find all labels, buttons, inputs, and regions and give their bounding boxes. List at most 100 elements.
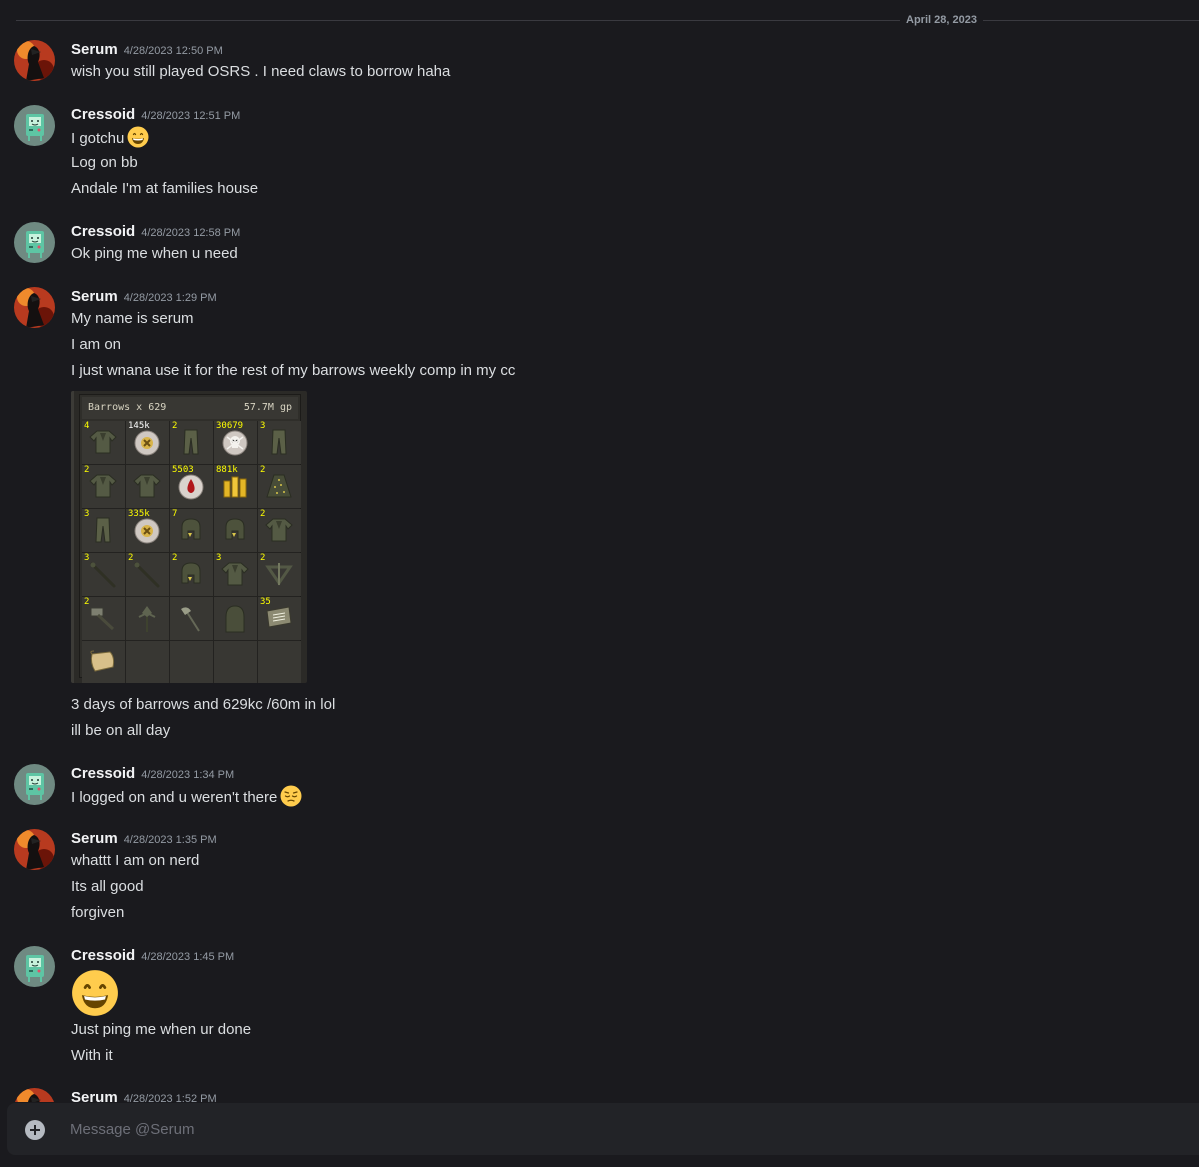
item-quantity: 3: [216, 553, 222, 563]
item-quantity: 2: [260, 465, 266, 475]
item-slot: 2: [126, 553, 169, 596]
item-slot: 3: [82, 553, 125, 596]
item-slot: [214, 597, 257, 640]
message-text: Its all good: [71, 878, 144, 895]
item-quantity: 30679: [216, 421, 244, 431]
author-name[interactable]: Cressoid: [71, 223, 135, 240]
item-quantity: 145k: [128, 421, 150, 431]
item-slot: 3: [258, 421, 301, 464]
timestamp: 4/28/2023 1:52 PM: [123, 1093, 217, 1102]
message-text: Log on bb: [71, 154, 138, 171]
item-slot: 3: [214, 553, 257, 596]
message-text: With it: [71, 1047, 113, 1064]
timestamp: 4/28/2023 1:29 PM: [123, 292, 217, 304]
cressoid-avatar[interactable]: [14, 764, 55, 805]
grinning-face-emoji[interactable]: [71, 969, 119, 1017]
item-slot: 3: [82, 509, 125, 552]
item-quantity: 3: [84, 553, 90, 563]
item-slot: 7: [170, 509, 213, 552]
author-name[interactable]: Serum: [71, 1089, 118, 1102]
serum-avatar[interactable]: [14, 287, 55, 328]
item-quantity: 4: [84, 421, 90, 431]
loot-title: Barrows x 629: [88, 402, 167, 413]
item-quantity: 5503: [172, 465, 194, 475]
author-name[interactable]: Cressoid: [71, 106, 135, 123]
item-slot: 2: [258, 465, 301, 508]
item-quantity: 2: [260, 509, 266, 519]
item-slot: [214, 509, 257, 552]
item-slot: 2: [170, 553, 213, 596]
item-quantity: 3: [84, 509, 90, 519]
author-name[interactable]: Cressoid: [71, 765, 135, 782]
item-slot: 2: [82, 597, 125, 640]
message-text: 3 days of barrows and 629kc /60m in lol: [71, 696, 336, 713]
add-attachment-button[interactable]: [25, 1120, 45, 1140]
message-text: I logged on and u weren't there: [71, 789, 278, 806]
item-quantity: 2: [260, 553, 266, 563]
message-text: I just wnana use it for the rest of my b…: [71, 362, 516, 379]
message-text: I gotchu: [71, 130, 125, 147]
item-quantity: 7: [172, 509, 178, 519]
item-quantity: 2: [128, 553, 134, 563]
message-input[interactable]: [70, 1118, 1170, 1140]
item-slot: 335k: [126, 509, 169, 552]
message-text: ill be on all day: [71, 722, 171, 739]
loot-header: Barrows x 629 57.7M gp: [82, 397, 298, 419]
serum-avatar[interactable]: [14, 1088, 55, 1102]
date-divider: April 28, 2023: [900, 13, 983, 27]
item-slot: 881k: [214, 465, 257, 508]
item-quantity: 2: [84, 597, 90, 607]
date-divider-line: [16, 20, 1199, 21]
timestamp: 4/28/2023 1:34 PM: [141, 769, 235, 781]
item-quantity: 2: [172, 553, 178, 563]
cressoid-avatar[interactable]: [14, 222, 55, 263]
item-quantity: 3: [260, 421, 266, 431]
message-line: I gotchu: [71, 126, 149, 148]
item-slot: 2: [170, 421, 213, 464]
item-quantity: 35: [260, 597, 271, 607]
item-slot: 145k: [126, 421, 169, 464]
pensive-face-emoji[interactable]: [280, 785, 302, 814]
author-name[interactable]: Serum: [71, 830, 118, 847]
loot-grid: 4 145k 2 30679 3 2 5503 881k 2 3 335k 7 2 3 2 2 3 2 2 35: [82, 421, 301, 683]
message-text: My name is serum: [71, 310, 194, 327]
timestamp: 4/28/2023 1:45 PM: [141, 951, 235, 963]
item-quantity: 2: [172, 421, 178, 431]
message-text: Ok ping me when u need: [71, 245, 238, 262]
item-slot: 2: [82, 465, 125, 508]
timestamp: 4/28/2023 12:58 PM: [141, 227, 241, 239]
timestamp: 4/28/2023 1:35 PM: [123, 834, 217, 846]
message-line: I logged on and u weren't there: [71, 785, 302, 807]
loot-tracker-panel: Barrows x 629 57.7M gp 4 145k 2 30679 3 2 5503…: [79, 394, 301, 683]
item-quantity: 881k: [216, 465, 238, 475]
empty-slot: [126, 641, 169, 683]
serum-avatar[interactable]: [14, 40, 55, 81]
grinning-face-emoji[interactable]: [127, 126, 149, 155]
message-list: April 28, 2023 Serum 4/28/2023 12:50 PM w…: [0, 0, 1199, 1102]
item-quantity: 2: [84, 465, 90, 475]
author-name[interactable]: Serum: [71, 288, 118, 305]
message-text: whattt I am on nerd: [71, 852, 200, 869]
item-slot: [126, 597, 169, 640]
serum-avatar[interactable]: [14, 829, 55, 870]
empty-slot: [170, 641, 213, 683]
empty-slot: [214, 641, 257, 683]
timestamp: 4/28/2023 12:50 PM: [123, 45, 223, 57]
message-text: wish you still played OSRS . I need claw…: [71, 63, 451, 80]
message-composer: [7, 1103, 1199, 1155]
author-name[interactable]: Cressoid: [71, 947, 135, 964]
cressoid-avatar[interactable]: [14, 946, 55, 987]
message-text: forgiven: [71, 904, 125, 921]
item-slot: [170, 597, 213, 640]
timestamp: 4/28/2023 12:51 PM: [141, 110, 241, 122]
image-attachment[interactable]: Barrows x 629 57.7M gp 4 145k 2 30679 3 2 5503…: [71, 391, 307, 683]
item-slot: 2: [258, 509, 301, 552]
message-text: Just ping me when ur done: [71, 1021, 252, 1038]
item-slot: 4: [82, 421, 125, 464]
empty-slot: [258, 641, 301, 683]
item-slot: 30679: [214, 421, 257, 464]
author-name[interactable]: Serum: [71, 41, 118, 58]
message-text: I am on: [71, 336, 122, 353]
item-slot: 2: [258, 553, 301, 596]
cressoid-avatar[interactable]: [14, 105, 55, 146]
